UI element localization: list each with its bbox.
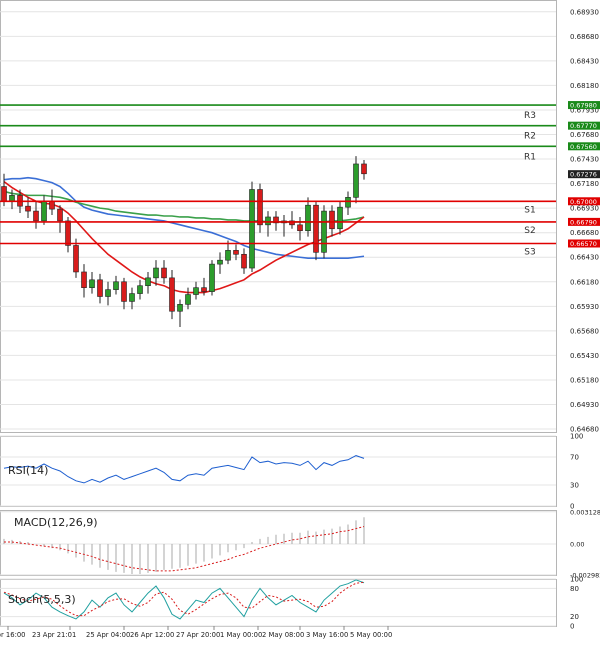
candle-bear [313,204,319,253]
price-tick-label: 0.66430 [570,254,599,262]
x-tick-label: 23 Apr 21:01 [32,631,76,639]
stoch-tick-label: 100 [570,576,583,584]
candle-bear [1,186,7,202]
candle-bear [65,220,71,246]
candle-bull [265,216,271,226]
price-tick-label: 0.68430 [570,57,599,65]
candle-bear [241,253,247,269]
level-price-label: 0.67000 [570,198,597,206]
price-tick-label: 0.67430 [570,156,599,164]
level-price-label: 0.67560 [570,143,597,151]
price-tick-label: 0.67180 [570,180,599,188]
candle-bull [353,163,359,198]
candle-bull [185,294,191,305]
price-tick-label: 0.65180 [570,376,599,384]
candle-bear [201,287,207,292]
price-tick-label: 0.65930 [570,303,599,311]
level-name-s3: S3 [524,247,535,257]
x-tick-label: 5 May 00:00 [350,631,392,639]
x-tick-label: 1 May 00:00 [220,631,262,639]
candle-bear [361,163,367,175]
price-tick-label: 0.65430 [570,352,599,360]
candle-bear [257,189,263,226]
price-tick-label: 0.66680 [570,229,599,237]
candle-bear [121,281,127,302]
chart-container: 0.68930 0.68680 0.68430 0.68180 0.67930 0.676… [0,0,600,644]
candle-bear [25,205,31,212]
candle-bear [49,200,55,210]
candle-bull [113,281,119,290]
candle-bull [89,279,95,288]
candle-bull [177,304,183,312]
level-name-s2: S2 [524,226,535,236]
macd-tick-label: 0.003128 [570,508,600,516]
level-price-label: 0.67770 [570,122,597,130]
x-tick-label: 26 Apr 12:00 [130,631,174,639]
stoch-tick-label: 20 [570,613,579,621]
candle-bear [161,267,167,279]
x-tick-label: 2 May 08:00 [262,631,304,639]
x-tick-label: 27 Apr 20:00 [176,631,220,639]
rsi-tick-label: 100 [570,433,583,441]
level-price-label: 0.67980 [570,102,597,110]
level-name-r1: R1 [524,152,536,162]
candle-bear [297,224,303,232]
candle-bear [233,250,239,255]
candle-bull [345,197,351,208]
rsi-panel [0,436,557,507]
price-tick-label: 0.68680 [570,33,599,41]
x-tick-label: 25 Apr 04:00 [86,631,130,639]
rsi-tick-label: 30 [570,482,579,490]
price-tick-label: 0.68180 [570,82,599,90]
price-tick-label: 0.66930 [570,205,599,213]
candle-bear [97,279,103,297]
candle-bull [225,250,231,261]
level-name-r3: R3 [524,111,536,121]
stoch-tick-label: 0 [570,623,574,631]
candle-bull [153,267,159,279]
x-tick-label: Apr 16:00 [0,631,26,639]
candle-bull [193,287,199,295]
candle-bear [73,245,79,273]
candle-bull [217,259,223,265]
level-price-label: 0.66570 [570,240,597,248]
candle-bull [305,204,311,232]
stoch-tick-label: 80 [570,585,579,593]
candle-bull [137,285,143,294]
trading-chart: 0.689300.686800.684300.681800.679300.676… [0,0,600,639]
price-tick-label: 0.66180 [570,278,599,286]
candle-bull [209,263,215,292]
main-panel [0,0,557,433]
macd-tick-label: 0.00 [570,541,584,549]
candle-bull [9,195,15,202]
level-name-s1: S1 [524,205,535,215]
candle-bear [329,210,335,230]
candle-bear [81,271,87,288]
x-tick-label: 3 May 16:00 [306,631,348,639]
candle-bear [57,208,63,222]
stoch-label: Stoch(5,5,3) [8,593,76,606]
price-tick-label: 0.67680 [570,131,599,139]
price-tick-label: 0.64930 [570,401,599,409]
candle-bear [33,210,39,222]
current-price-label: 0.67276 [570,171,597,179]
candle-bull [145,277,151,287]
candle-bull [337,206,343,230]
candle-bull [129,293,135,302]
candle-bull [41,200,47,222]
level-price-label: 0.66790 [570,218,597,226]
price-tick-label: 0.68930 [570,8,599,16]
price-tick-label: 0.65680 [570,327,599,335]
level-name-r2: R2 [524,132,536,142]
rsi-tick-label: 70 [570,454,579,462]
candle-bull [105,289,111,297]
macd-label: MACD(12,26,9) [14,516,98,529]
rsi-label: RSI(14) [8,464,48,477]
candle-bear [169,277,175,312]
candle-bull [321,210,327,253]
